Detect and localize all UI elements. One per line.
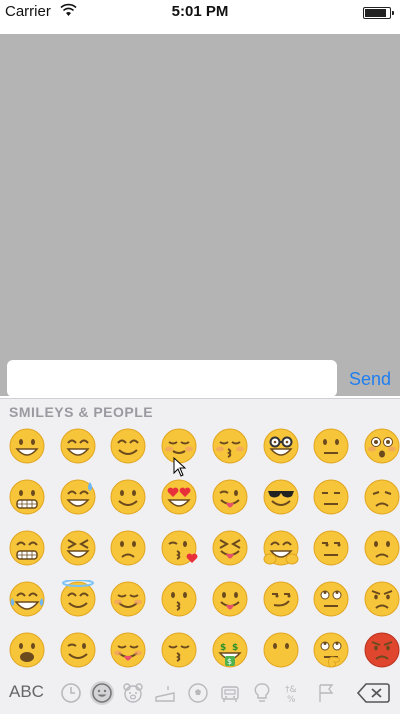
kissing-face-emoji[interactable] [160, 580, 198, 618]
delete-key-icon[interactable] [356, 682, 390, 704]
neutral-face-emoji[interactable] [312, 427, 350, 465]
pouting-face-emoji[interactable] [363, 631, 400, 669]
smiling-eyes-emoji[interactable] [109, 427, 147, 465]
svg-text:†&: †& [285, 685, 297, 695]
animal-bear-icon[interactable] [121, 681, 145, 705]
kissing-closed-eyes-emoji[interactable] [211, 427, 249, 465]
sunglasses-face-emoji[interactable] [262, 478, 300, 516]
money-mouth-emoji[interactable]: $ $ $ [211, 631, 249, 669]
smiley-face-icon[interactable] [90, 681, 114, 705]
flags-icon[interactable] [314, 681, 338, 705]
worried-face-emoji[interactable] [363, 529, 400, 567]
svg-text:%: % [287, 695, 296, 705]
mouse-cursor-icon [173, 456, 187, 477]
objects-bulb-icon[interactable] [250, 681, 274, 705]
eye-roll-emoji[interactable] [312, 580, 350, 618]
keyboard-bottom-bar: ABC †&% [0, 673, 400, 714]
disappointed-face-emoji[interactable] [363, 478, 400, 516]
nerd-face-emoji[interactable] [262, 427, 300, 465]
winking-tongue-emoji[interactable] [211, 478, 249, 516]
yum-face-emoji[interactable] [109, 631, 147, 669]
grin-teeth-emoji[interactable] [8, 529, 46, 567]
symbols-icon[interactable]: †&% [282, 681, 306, 705]
open-mouth-smile-emoji[interactable] [8, 631, 46, 669]
emoji-keyboard: SMILEYS & PEOPLE $ $ $ ABC †&% [0, 398, 400, 714]
smirking-face-emoji[interactable] [262, 580, 300, 618]
laughing-squint-emoji[interactable] [59, 529, 97, 567]
expressionless-face-emoji[interactable] [312, 478, 350, 516]
kissing-smiling-eyes-emoji[interactable] [160, 631, 198, 669]
svg-text:$: $ [227, 657, 232, 666]
category-title: SMILEYS & PEOPLE [9, 404, 154, 420]
smiling-blush-emoji[interactable] [109, 580, 147, 618]
upside-down-face-emoji[interactable] [109, 529, 147, 567]
kissing-heart-emoji[interactable] [160, 529, 198, 567]
food-cake-icon[interactable] [153, 681, 177, 705]
squinting-tongue-emoji[interactable] [211, 529, 249, 567]
travel-car-icon[interactable] [218, 681, 242, 705]
recent-clock-icon[interactable] [59, 681, 83, 705]
grimacing-face-emoji[interactable] [8, 478, 46, 516]
unamused-face-emoji[interactable] [312, 529, 350, 567]
slightly-smiling-emoji[interactable] [109, 478, 147, 516]
send-button[interactable]: Send [349, 369, 391, 390]
tongue-out-emoji[interactable] [211, 580, 249, 618]
message-input[interactable] [7, 360, 337, 397]
wink-face-emoji[interactable] [59, 631, 97, 669]
activity-ball-icon[interactable] [186, 681, 210, 705]
battery-icon [363, 7, 394, 19]
face-no-mouth-emoji[interactable] [262, 631, 300, 669]
hugging-face-emoji[interactable] [262, 529, 300, 567]
status-bar: Carrier 5:01 PM [0, 0, 400, 34]
grinning-face-emoji[interactable] [8, 427, 46, 465]
thinking-face-emoji[interactable] [312, 631, 350, 669]
message-area [0, 34, 400, 396]
halo-face-emoji[interactable] [59, 580, 97, 618]
crying-laughing-emoji[interactable] [8, 580, 46, 618]
heart-eyes-emoji[interactable] [160, 478, 198, 516]
angry-face-emoji[interactable] [363, 580, 400, 618]
svg-text:$: $ [232, 643, 238, 653]
abc-key[interactable]: ABC [9, 682, 44, 702]
flushed-face-emoji[interactable] [363, 427, 400, 465]
sweat-smile-emoji[interactable] [59, 478, 97, 516]
status-time: 5:01 PM [171, 3, 229, 20]
svg-text:$: $ [220, 643, 226, 653]
grinning-big-eyes-emoji[interactable] [59, 427, 97, 465]
